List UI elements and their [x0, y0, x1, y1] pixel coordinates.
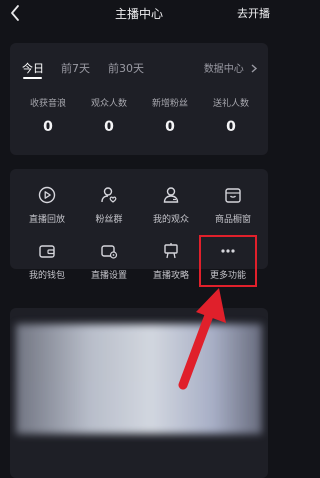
- annotation-arrow-icon: [178, 288, 226, 390]
